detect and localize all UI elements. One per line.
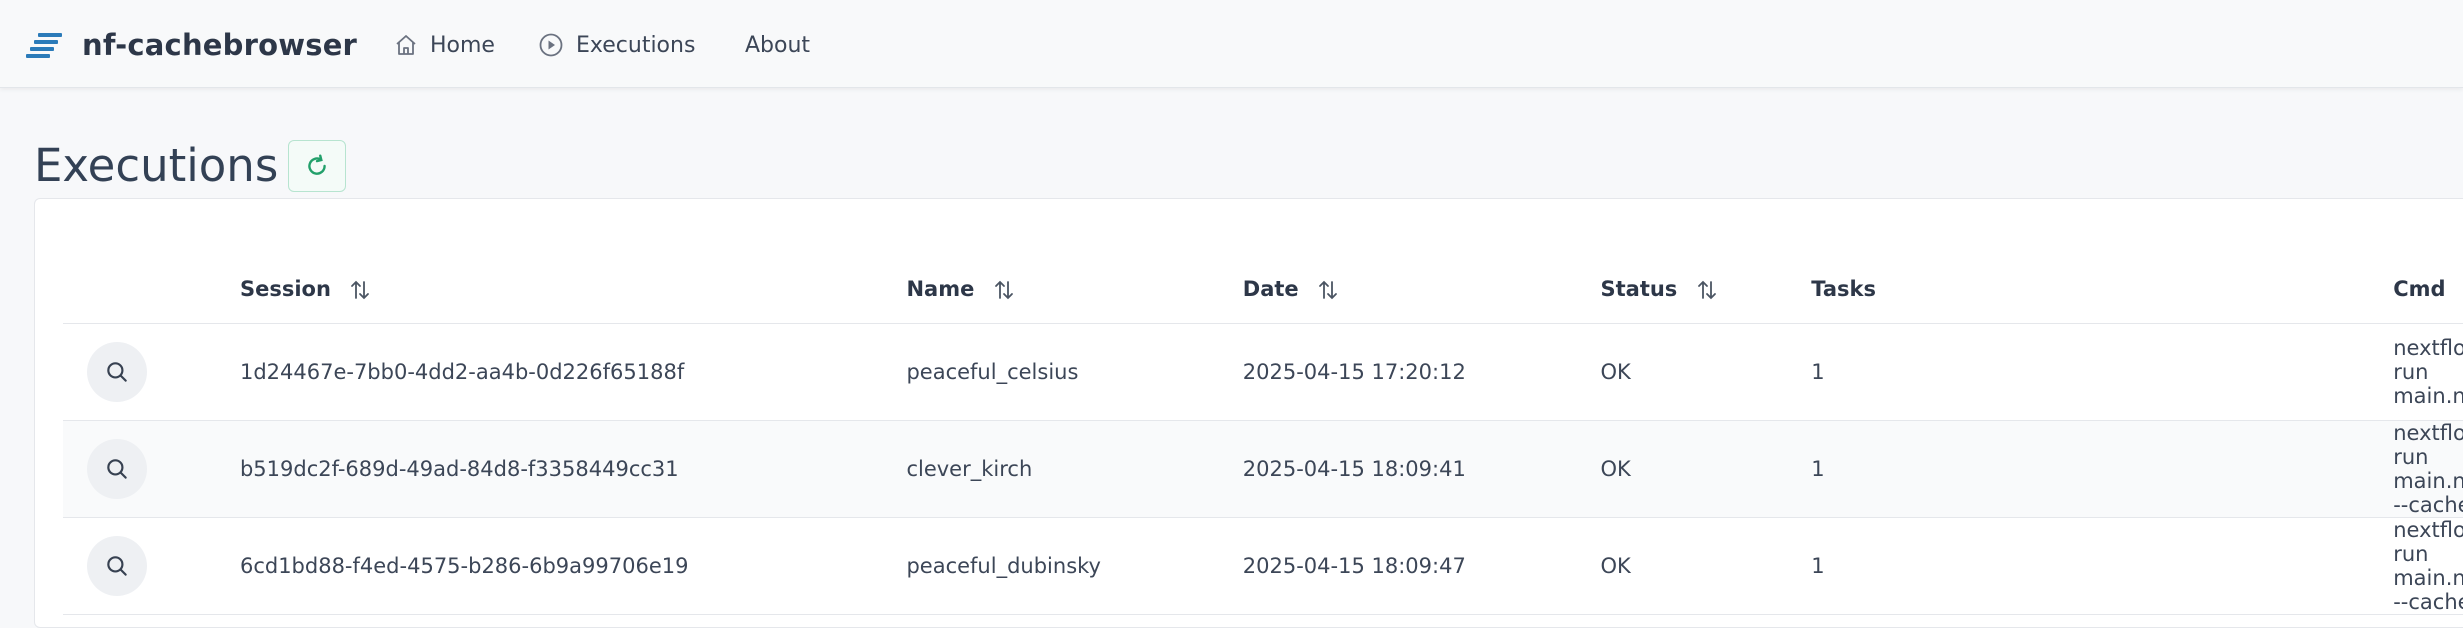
sort-icon[interactable] [1316,278,1340,302]
sort-icon[interactable] [992,278,1016,302]
nav-about[interactable]: About [745,24,810,66]
row-actions-cell [63,420,240,518]
top-navbar: nf-cachebrowser Home Executions About [0,0,2463,88]
sort-icon[interactable] [1695,278,1719,302]
search-icon [107,459,127,479]
col-session-header[interactable]: Session [239,255,907,324]
tasks-cell: 1 [1811,323,2394,421]
play-circle-icon [539,33,563,57]
nav-about-link[interactable]: About [745,33,810,58]
col-cmd-header: Cmd [2393,255,2463,324]
name-cell: clever_kirch [906,420,1243,518]
table-header-row: Session Name Date Status Tasks Cmd [63,255,2463,324]
col-tasks-label: Tasks [1811,277,1876,301]
sort-icon[interactable] [348,278,372,302]
page-header: Executions [34,136,347,196]
col-status-header[interactable]: Status [1600,255,1812,324]
nav-home[interactable]: Home [394,24,495,66]
table-row[interactable]: b519dc2f-689d-49ad-84d8-f3358449cc31 cle… [63,420,2463,518]
nav-about-label: About [745,32,811,58]
session-cell: 1d24467e-7bb0-4dd2-aa4b-0d226f65188f [239,323,907,421]
nav-executions-label: Executions [576,32,696,58]
col-actions-header [63,255,240,324]
cmd-cell: nextflow run main.nf --cache [2393,420,2463,518]
date-cell: 2025-04-15 18:09:41 [1242,420,1601,518]
refresh-button[interactable] [288,140,347,192]
name-cell: peaceful_dubinsky [906,517,1243,615]
col-status-label: Status [1600,276,1678,301]
status-cell: OK [1600,517,1812,615]
refresh-icon [308,154,327,175]
name-cell: peaceful_celsius [906,323,1243,421]
page-title: Executions [34,139,279,192]
col-name-header[interactable]: Name [906,255,1243,324]
executions-card: Session Name Date Status Tasks Cmd 1d244… [34,198,2463,628]
search-icon [107,362,127,382]
table-row[interactable]: 6cd1bd88-f4ed-4575-b286-6b9a99706e19 pea… [63,517,2463,615]
nav-home-label: Home [430,32,495,58]
nav-home-link[interactable]: Home [394,33,495,58]
cmd-cell: nextflow run main.nf --cache [2393,517,2463,615]
session-cell: b519dc2f-689d-49ad-84d8-f3358449cc31 [239,420,907,518]
search-icon [107,556,127,576]
view-execution-button[interactable] [87,439,147,499]
col-tasks-header: Tasks [1811,255,2394,324]
status-cell: OK [1600,323,1812,421]
view-execution-button[interactable] [87,342,147,402]
nav-executions-link[interactable]: Executions [538,32,695,58]
nav-executions[interactable]: Executions [538,24,695,66]
date-cell: 2025-04-15 18:09:47 [1242,517,1601,615]
table-row[interactable]: 1d24467e-7bb0-4dd2-aa4b-0d226f65188f pea… [63,323,2463,421]
tasks-cell: 1 [1811,517,2394,615]
row-actions-cell [63,517,240,615]
cmd-cell: nextflow run main.nf [2393,323,2463,421]
home-icon [396,35,416,55]
stack-lines-icon [26,33,62,58]
col-session-label: Session [239,276,331,301]
brand[interactable]: nf-cachebrowser [26,22,357,68]
col-date-header[interactable]: Date [1242,255,1601,324]
view-execution-button[interactable] [87,536,147,596]
col-date-label: Date [1242,276,1299,301]
col-name-label: Name [906,276,975,301]
tasks-cell: 1 [1811,420,2394,518]
brand-name: nf-cachebrowser [82,28,358,62]
date-cell: 2025-04-15 17:20:12 [1242,323,1601,421]
status-cell: OK [1600,420,1812,518]
executions-table: Session Name Date Status Tasks Cmd 1d244… [63,255,2463,615]
col-cmd-label: Cmd [2393,277,2446,301]
row-actions-cell [63,323,240,421]
session-cell: 6cd1bd88-f4ed-4575-b286-6b9a99706e19 [239,517,907,615]
